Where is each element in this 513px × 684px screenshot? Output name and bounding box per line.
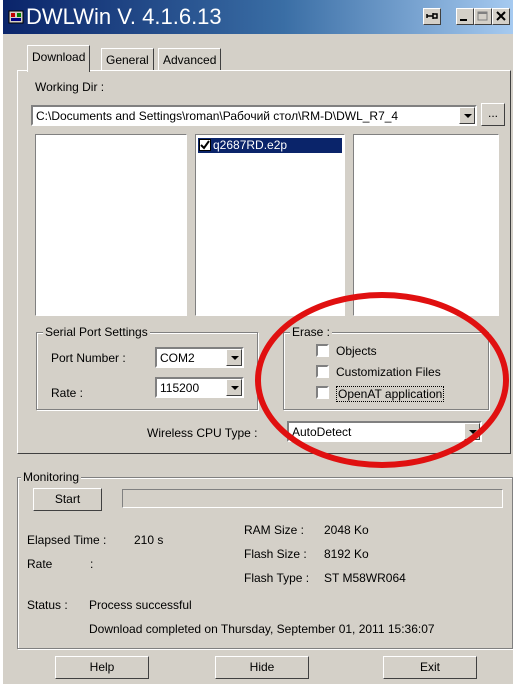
file-list-middle[interactable]: q2687RD.e2p bbox=[195, 134, 345, 316]
ram-size-label: RAM Size : bbox=[244, 523, 305, 537]
maximize-icon[interactable] bbox=[474, 8, 492, 25]
cpu-type-dropdown[interactable] bbox=[464, 423, 480, 440]
file-list-right[interactable] bbox=[353, 134, 499, 316]
tab-download[interactable]: Download bbox=[27, 45, 91, 72]
help-button[interactable]: Help bbox=[55, 656, 149, 679]
file-list-left[interactable] bbox=[35, 134, 187, 316]
flash-size-label: Flash Size : bbox=[244, 547, 307, 561]
start-button[interactable]: Start bbox=[33, 488, 102, 511]
erase-openat-label: OpenAT application bbox=[336, 386, 445, 402]
rate-monitor-label: Rate bbox=[27, 557, 53, 571]
chevron-down-icon bbox=[469, 430, 477, 434]
serial-port-legend: Serial Port Settings bbox=[43, 325, 150, 339]
erase-openat-checkbox[interactable] bbox=[316, 386, 329, 399]
chevron-down-icon bbox=[231, 386, 239, 390]
port-number-label: Port Number : bbox=[51, 351, 126, 365]
list-item[interactable]: q2687RD.e2p bbox=[198, 138, 342, 153]
elapsed-time-value: 210 s bbox=[134, 533, 164, 547]
rate-label: Rate : bbox=[51, 386, 84, 400]
rate-dropdown[interactable] bbox=[226, 379, 242, 396]
close-icon[interactable] bbox=[492, 8, 510, 25]
window-title: DWLWin V. 4.1.6.13 bbox=[26, 4, 222, 29]
erase-objects-label: Objects bbox=[336, 344, 377, 358]
browse-button[interactable]: ... bbox=[481, 103, 505, 126]
erase-legend: Erase : bbox=[290, 325, 333, 339]
port-number-dropdown[interactable] bbox=[226, 349, 242, 366]
erase-objects-checkbox[interactable] bbox=[316, 344, 329, 357]
progress-bar bbox=[122, 489, 503, 508]
tab-download-label: Download bbox=[32, 50, 86, 64]
port-number-combo[interactable]: COM2 bbox=[155, 347, 244, 368]
status-value: Process successful bbox=[89, 598, 192, 612]
working-dir-dropdown[interactable] bbox=[459, 107, 475, 124]
erase-customization-checkbox[interactable] bbox=[316, 365, 329, 378]
minimize-icon[interactable] bbox=[456, 8, 474, 25]
working-dir-label: Working Dir : bbox=[35, 80, 105, 94]
file-item-label: q2687RD.e2p bbox=[213, 138, 288, 152]
flash-type-label: Flash Type : bbox=[244, 571, 310, 585]
checkbox-checked-icon[interactable] bbox=[199, 139, 211, 151]
rate-combo[interactable]: 115200 bbox=[155, 377, 244, 398]
erase-customization-label: Customization Files bbox=[336, 365, 441, 379]
tab-advanced-label: Advanced bbox=[163, 53, 217, 67]
tab-general-label: General bbox=[106, 53, 149, 67]
cpu-type-value: AutoDetect bbox=[292, 425, 352, 439]
download-completed-text: Download completed on Thursday, Septembe… bbox=[89, 622, 435, 636]
elapsed-time-label: Elapsed Time : bbox=[27, 533, 107, 547]
app-icon bbox=[8, 10, 24, 24]
status-label: Status : bbox=[27, 598, 68, 612]
tab-general[interactable]: General bbox=[101, 48, 154, 70]
title-bar[interactable]: DWLWin V. 4.1.6.13 bbox=[3, 0, 513, 34]
rate-monitor-colon: : bbox=[90, 557, 94, 571]
working-dir-value: C:\Documents and Settings\roman\Рабочий … bbox=[36, 109, 399, 123]
ram-size-value: 2048 Ko bbox=[324, 523, 369, 537]
tab-advanced[interactable]: Advanced bbox=[158, 48, 222, 70]
pin-icon[interactable] bbox=[423, 8, 441, 25]
cpu-type-combo[interactable]: AutoDetect bbox=[287, 421, 482, 442]
exit-button[interactable]: Exit bbox=[383, 656, 477, 679]
chevron-down-icon bbox=[231, 356, 239, 360]
flash-size-value: 8192 Ko bbox=[324, 547, 369, 561]
monitoring-legend: Monitoring bbox=[21, 470, 82, 484]
port-number-value: COM2 bbox=[160, 351, 195, 365]
dwlwin-window: DWLWin V. 4.1.6.13 Download General Adva… bbox=[3, 0, 513, 684]
flash-type-value: ST M58WR064 bbox=[324, 571, 406, 585]
rate-value: 115200 bbox=[160, 381, 200, 395]
working-dir-combo[interactable]: C:\Documents and Settings\roman\Рабочий … bbox=[31, 105, 477, 126]
hide-button[interactable]: Hide bbox=[215, 656, 309, 679]
cpu-type-label: Wireless CPU Type : bbox=[147, 426, 258, 440]
chevron-down-icon bbox=[464, 114, 472, 118]
